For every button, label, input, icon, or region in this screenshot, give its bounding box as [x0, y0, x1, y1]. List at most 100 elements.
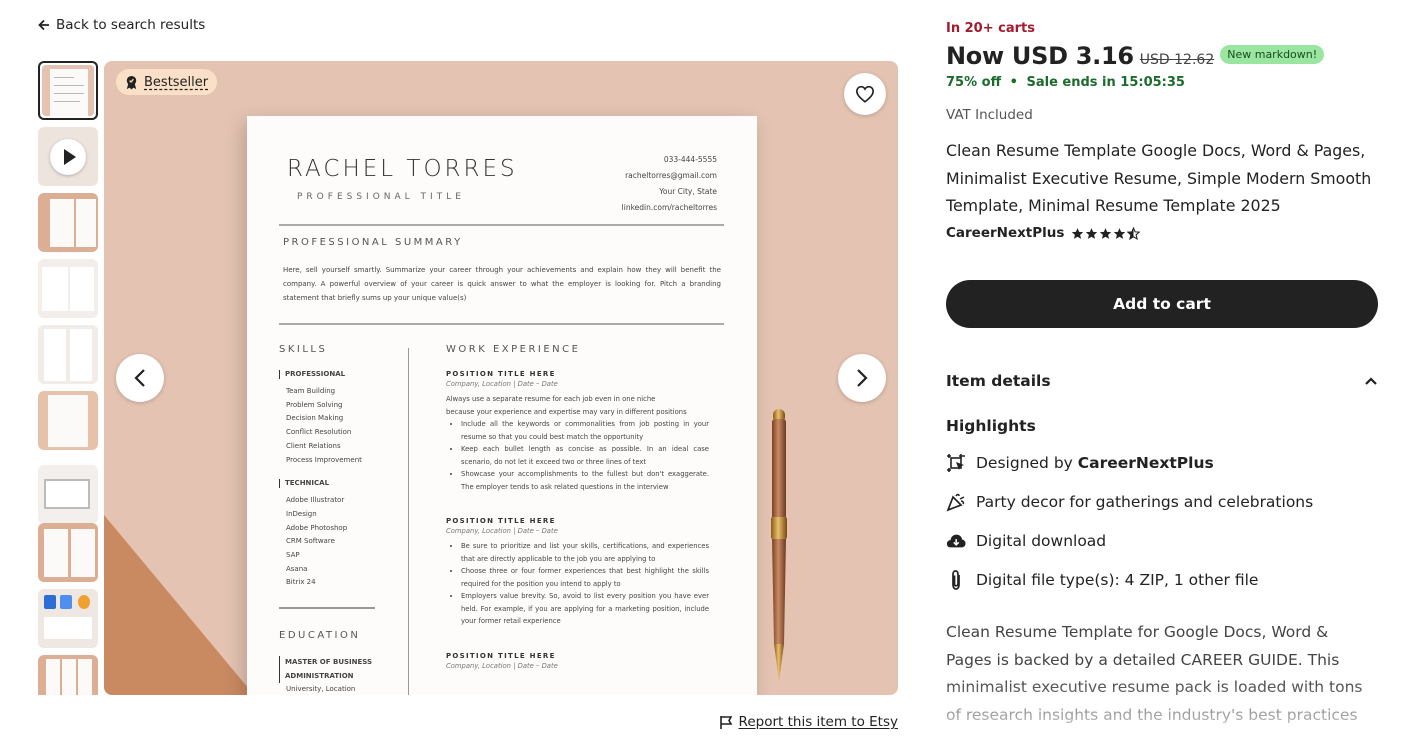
play-icon	[50, 139, 86, 175]
arrow-left-icon	[38, 19, 49, 31]
thumbnail-video[interactable]	[38, 127, 98, 186]
work-bullet: Showcase your accomplishments to the ful…	[461, 468, 709, 493]
bestseller-label: Bestseller	[144, 74, 209, 90]
work-bullet: Be sure to prioritize and list your skil…	[461, 540, 709, 565]
rating-stars[interactable]	[1071, 226, 1141, 240]
thumbnail-7[interactable]	[38, 465, 98, 524]
skill-item: Process Improvement	[286, 455, 362, 464]
bestseller-badge[interactable]: Bestseller	[116, 69, 218, 95]
position-title: POSITION TITLE HERE	[446, 651, 556, 660]
resume-education: MASTER OF BUSINESS ADMINISTRATION Univer…	[279, 656, 372, 695]
work-bullet: Employers value brevity. So, avoid to li…	[461, 590, 709, 628]
report-item-link[interactable]: Report this item to Etsy	[719, 714, 898, 730]
star-icon	[1100, 227, 1112, 239]
skills-technical-label: TECHNICAL	[279, 479, 362, 489]
star-icon	[1086, 227, 1098, 239]
thumbnail-5[interactable]	[38, 325, 98, 384]
original-price: USD 12.62	[1139, 52, 1215, 68]
flag-icon	[719, 715, 732, 729]
position-title: POSITION TITLE HERE	[446, 370, 556, 378]
item-details-toggle[interactable]: Item details	[946, 372, 1378, 390]
resume-professional-title: PROFESSIONAL TITLE	[297, 192, 465, 202]
decor-corner	[104, 515, 254, 695]
resume-column-divider	[408, 348, 409, 695]
skill-item: CRM Software	[286, 537, 335, 546]
thumbnail-strip	[38, 61, 98, 695]
resume-skills: PROFESSIONAL Team Building Problem Solvi…	[279, 370, 362, 590]
resume-summary-heading: PROFESSIONAL SUMMARY	[283, 237, 463, 248]
highlights-heading: Highlights	[946, 417, 1036, 435]
work-intro: Always use a separate resume for each jo…	[446, 395, 656, 403]
thumbnail-1[interactable]	[38, 61, 98, 120]
resume-summary-text: Here, sell yourself smartly. Summarize y…	[283, 266, 721, 302]
resume-divider	[279, 224, 724, 226]
current-price: Now USD 3.16	[946, 42, 1134, 70]
resume-work-heading: WORK EXPERIENCE	[446, 344, 581, 355]
highlight-digital-download: Digital download	[946, 530, 1106, 552]
highlight-file-type: Digital file type(s): 4 ZIP, 1 other fil…	[946, 569, 1258, 591]
resume-education-heading: EDUCATION	[279, 630, 361, 641]
skill-item: Decision Making	[286, 414, 344, 423]
back-link-label: Back to search results	[56, 17, 206, 33]
price-row: Now USD 3.16 USD 12.62 New markdown!	[946, 42, 1325, 70]
resume-city: Your City, State	[659, 187, 717, 196]
position-title: POSITION TITLE HERE	[446, 517, 556, 525]
chevron-right-icon	[857, 369, 868, 387]
file-type-label: Digital file type(s): 4 ZIP, 1 other fil…	[976, 571, 1259, 589]
resume-contact: 033-444-5555 racheltorres@gmail.com Your…	[622, 152, 717, 216]
thumbnail-9[interactable]	[38, 589, 98, 648]
add-to-cart-button[interactable]: Add to cart	[946, 280, 1378, 328]
resume-skills-heading: SKILLS	[279, 344, 328, 355]
work-bullet: Choose three or four former experiences …	[461, 565, 709, 590]
main-product-image[interactable]: RACHEL TORRES PROFESSIONAL TITLE 033-444…	[104, 61, 898, 695]
resume-preview: RACHEL TORRES PROFESSIONAL TITLE 033-444…	[247, 116, 757, 695]
skill-item: Adobe Illustrator	[286, 496, 345, 505]
report-label: Report this item to Etsy	[738, 714, 898, 730]
designed-by-shop-link[interactable]: CareerNextPlus	[1078, 454, 1214, 472]
highlight-designed-by: Designed by CareerNextPlus	[946, 452, 1214, 474]
in-carts-label: In 20+ carts	[946, 21, 1035, 36]
resume-phone: 033-444-5555	[663, 155, 717, 164]
previous-image-button[interactable]	[116, 354, 164, 402]
next-image-button[interactable]	[838, 354, 886, 402]
skill-item: Team Building	[286, 387, 336, 395]
work-bullet: Keep each bullet length as concise as po…	[461, 443, 709, 468]
company-line: Company, Location | Date – Date	[446, 661, 558, 670]
designed-by-prefix: Designed by	[976, 454, 1078, 472]
skill-item: Client Relations	[286, 441, 341, 450]
work-intro: because your experience and expertise ma…	[446, 407, 687, 416]
education-location: University, Location	[286, 685, 356, 693]
skill-item: Adobe Photoshop	[286, 523, 348, 532]
shop-name-link[interactable]: CareerNextPlus	[946, 225, 1064, 241]
markdown-badge: New markdown!	[1220, 45, 1325, 64]
skills-professional-label: PROFESSIONAL	[279, 370, 362, 379]
award-icon	[126, 75, 137, 90]
shop-row: CareerNextPlus	[946, 225, 1141, 241]
pen-decoration	[771, 409, 787, 681]
favorite-button[interactable]	[844, 73, 886, 115]
designer-frame-icon	[946, 452, 966, 474]
company-line: Company, Location | Date – Date	[446, 527, 558, 535]
thumbnail-8[interactable]	[38, 523, 98, 582]
company-line: Company, Location | Date – Date	[446, 380, 558, 388]
sale-info: 75% off • Sale ends in 15:05:35	[946, 75, 1185, 90]
digital-download-label: Digital download	[976, 532, 1107, 550]
thumbnail-4[interactable]	[38, 259, 98, 318]
resume-email: racheltorres@gmail.com	[625, 171, 717, 180]
resume-work: POSITION TITLE HERE Company, Location | …	[446, 370, 709, 675]
thumbnail-3[interactable]	[38, 193, 98, 252]
skill-item: SAP	[286, 551, 300, 560]
thumbnail-6[interactable]	[38, 391, 98, 450]
star-half-icon	[1127, 226, 1141, 240]
chevron-up-icon	[1365, 377, 1377, 385]
skill-item: Bitrix 24	[286, 578, 316, 587]
thumbnail-10[interactable]	[38, 655, 98, 695]
back-to-search-link[interactable]: Back to search results	[38, 17, 205, 33]
vat-label: VAT Included	[946, 107, 1033, 123]
description-fade	[946, 680, 1378, 739]
skill-item: Asana	[286, 564, 308, 573]
listing-title: Clean Resume Template Google Docs, Word …	[946, 141, 1372, 215]
resume-divider	[279, 607, 375, 609]
party-popper-icon	[946, 491, 966, 513]
skill-item: Conflict Resolution	[286, 428, 352, 437]
